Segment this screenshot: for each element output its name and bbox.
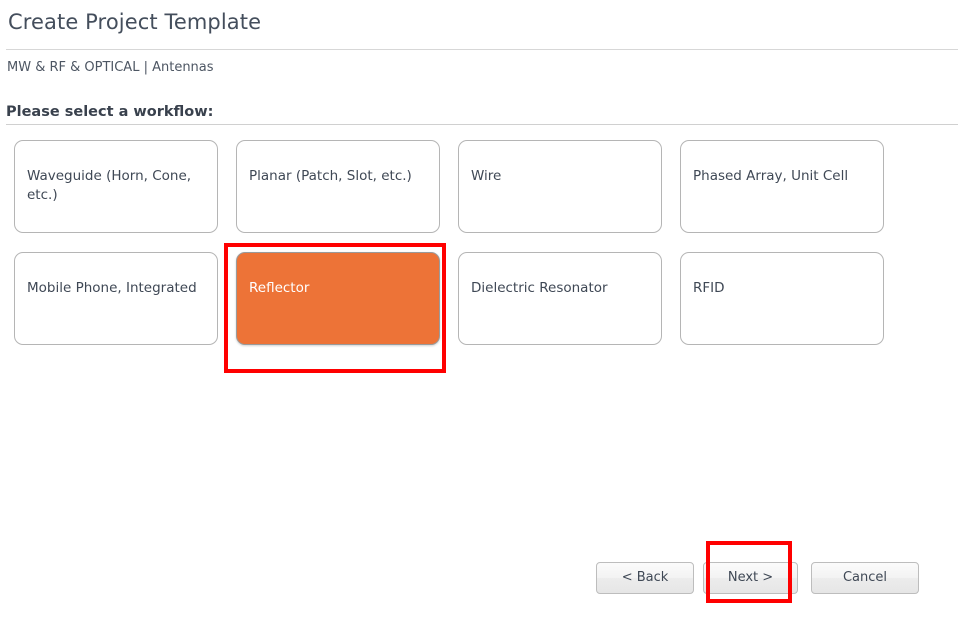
workflow-card-grid: Waveguide (Horn, Cone, etc.) Planar (Pat… [14,140,950,356]
header-divider [6,49,958,50]
workflow-card-label: Phased Array, Unit Cell [693,168,849,184]
cancel-button[interactable]: Cancel [811,562,919,594]
workflow-card-label: Reflector [249,280,310,296]
section-label-select-workflow: Please select a workflow: [6,104,214,120]
workflow-card-waveguide[interactable]: Waveguide (Horn, Cone, etc.) [14,140,218,233]
workflow-card-wire[interactable]: Wire [458,140,662,233]
section-divider [6,124,958,125]
next-button[interactable]: Next > [703,562,798,594]
workflow-card-label: Wire [471,168,502,184]
workflow-card-phased-array-unit-cell[interactable]: Phased Array, Unit Cell [680,140,884,233]
workflow-card-reflector[interactable]: Reflector [236,252,440,345]
workflow-card-label: RFID [693,280,725,296]
back-button[interactable]: < Back [596,562,694,594]
workflow-card-label: Waveguide (Horn, Cone, etc.) [27,168,192,203]
breadcrumb: MW & RF & OPTICAL | Antennas [7,60,214,75]
workflow-card-label: Dielectric Resonator [471,280,608,296]
workflow-card-planar[interactable]: Planar (Patch, Slot, etc.) [236,140,440,233]
page-title: Create Project Template [8,10,262,34]
workflow-card-dielectric-resonator[interactable]: Dielectric Resonator [458,252,662,345]
dialog-footer: < Back Next > Cancel [0,562,964,596]
workflow-card-mobile-phone-integrated[interactable]: Mobile Phone, Integrated [14,252,218,345]
workflow-card-label: Planar (Patch, Slot, etc.) [249,168,412,184]
workflow-card-rfid[interactable]: RFID [680,252,884,345]
workflow-card-label: Mobile Phone, Integrated [27,280,197,296]
